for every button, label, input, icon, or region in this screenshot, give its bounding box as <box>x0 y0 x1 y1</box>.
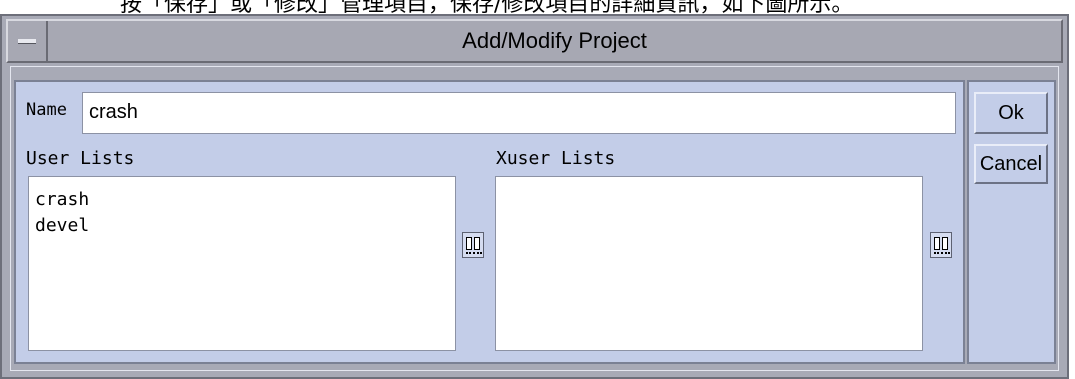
xuser-lists-box[interactable] <box>495 176 923 351</box>
list-item[interactable]: devel <box>35 213 449 239</box>
name-label: Name <box>26 100 67 120</box>
list-chooser-icon[interactable] <box>462 232 484 258</box>
name-input[interactable]: crash <box>82 92 956 134</box>
user-lists-label: User Lists <box>26 148 135 169</box>
window-menu-icon[interactable] <box>8 21 48 61</box>
window-title: Add/Modify Project <box>462 28 647 53</box>
list-chooser-icon[interactable] <box>930 232 952 258</box>
title-bar[interactable]: Add/Modify Project <box>6 19 1063 63</box>
user-lists-box[interactable]: crash devel <box>28 176 456 351</box>
xuser-lists-label: Xuser Lists <box>496 148 616 169</box>
list-item[interactable]: crash <box>35 187 449 213</box>
cancel-button[interactable]: Cancel <box>974 144 1048 184</box>
ok-button[interactable]: Ok <box>974 92 1048 134</box>
